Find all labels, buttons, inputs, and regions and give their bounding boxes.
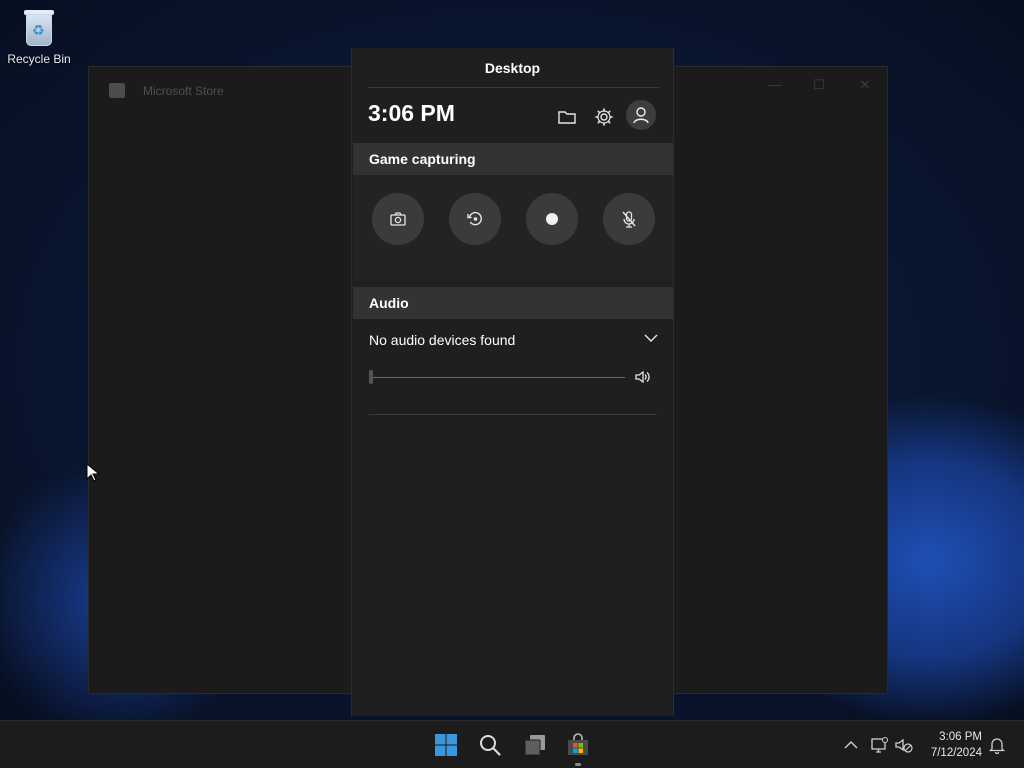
speaker-icon[interactable] bbox=[633, 368, 651, 386]
start-button[interactable] bbox=[430, 729, 462, 761]
taskbar-clock[interactable]: 3:06 PM 7/12/2024 bbox=[916, 729, 982, 761]
chevron-down-icon[interactable] bbox=[643, 330, 659, 346]
record-last-icon bbox=[467, 211, 482, 226]
game-bar-widget[interactable]: Desktop 3:06 PM Game capturing Audio No … bbox=[351, 48, 674, 716]
current-time: 3:06 PM bbox=[368, 100, 455, 126]
minimize-button[interactable]: — bbox=[763, 75, 787, 95]
volume-slider[interactable] bbox=[369, 377, 625, 378]
close-button[interactable]: ✕ bbox=[853, 75, 877, 95]
running-app-indicator bbox=[575, 763, 581, 766]
user-icon bbox=[633, 107, 649, 124]
notification-icon[interactable] bbox=[987, 735, 1007, 755]
audio-device-dropdown[interactable]: No audio devices found bbox=[369, 332, 515, 348]
maximize-button[interactable]: ☐ bbox=[807, 75, 831, 95]
search-icon bbox=[480, 735, 501, 756]
gear-icon bbox=[595, 108, 613, 126]
network-icon[interactable] bbox=[869, 735, 889, 755]
clock-time: 3:06 PM bbox=[939, 731, 982, 743]
clock-date: 7/12/2024 bbox=[930, 747, 982, 759]
taskbar: 3:06 PM 7/12/2024 bbox=[0, 720, 1024, 768]
task-view-button[interactable] bbox=[519, 729, 551, 761]
minimize-icon: — bbox=[768, 77, 782, 92]
divider bbox=[369, 414, 657, 415]
mic-toggle-button[interactable] bbox=[603, 193, 655, 245]
mic-off-icon bbox=[622, 211, 636, 228]
mouse-cursor-icon bbox=[86, 463, 100, 482]
store-bag-icon bbox=[109, 83, 125, 98]
start-recording-button[interactable] bbox=[526, 193, 578, 245]
volume-slider-thumb[interactable] bbox=[369, 370, 373, 384]
capture-controls bbox=[353, 175, 673, 281]
audio-controls: No audio devices found bbox=[353, 318, 673, 418]
screenshot-button[interactable] bbox=[372, 193, 424, 245]
maximize-icon: ☐ bbox=[813, 77, 825, 92]
audio-header: Audio bbox=[353, 287, 673, 319]
search-button[interactable] bbox=[474, 729, 506, 761]
chevron-up-icon[interactable] bbox=[841, 735, 861, 755]
account-button[interactable] bbox=[626, 100, 656, 130]
store-window-title: Microsoft Store bbox=[143, 84, 224, 98]
settings-button[interactable] bbox=[590, 103, 618, 131]
recycle-bin-shortcut[interactable]: ♻ Recycle Bin bbox=[6, 8, 72, 66]
microsoft-store-taskbar-button[interactable] bbox=[562, 729, 594, 761]
record-last-30s-button[interactable] bbox=[449, 193, 501, 245]
widget-title: Desktop bbox=[484, 60, 541, 76]
windows-start-icon bbox=[435, 734, 457, 756]
desktop-background: ♻ Recycle Bin Microsoft Store — ☐ ✕ Desk… bbox=[0, 0, 1024, 720]
close-icon: ✕ bbox=[859, 77, 871, 92]
folder-icon bbox=[558, 111, 576, 124]
microsoft-store-icon bbox=[568, 733, 588, 755]
recycle-bin-icon: ♻ bbox=[22, 8, 56, 48]
game-capturing-header: Game capturing bbox=[353, 143, 673, 175]
captures-folder-button[interactable] bbox=[553, 103, 581, 131]
camera-icon bbox=[390, 212, 406, 226]
task-view-icon bbox=[524, 735, 545, 756]
speaker-muted-icon[interactable] bbox=[894, 735, 914, 755]
record-dot-icon bbox=[546, 213, 558, 225]
recycle-bin-label: Recycle Bin bbox=[7, 52, 71, 66]
divider bbox=[368, 87, 659, 88]
